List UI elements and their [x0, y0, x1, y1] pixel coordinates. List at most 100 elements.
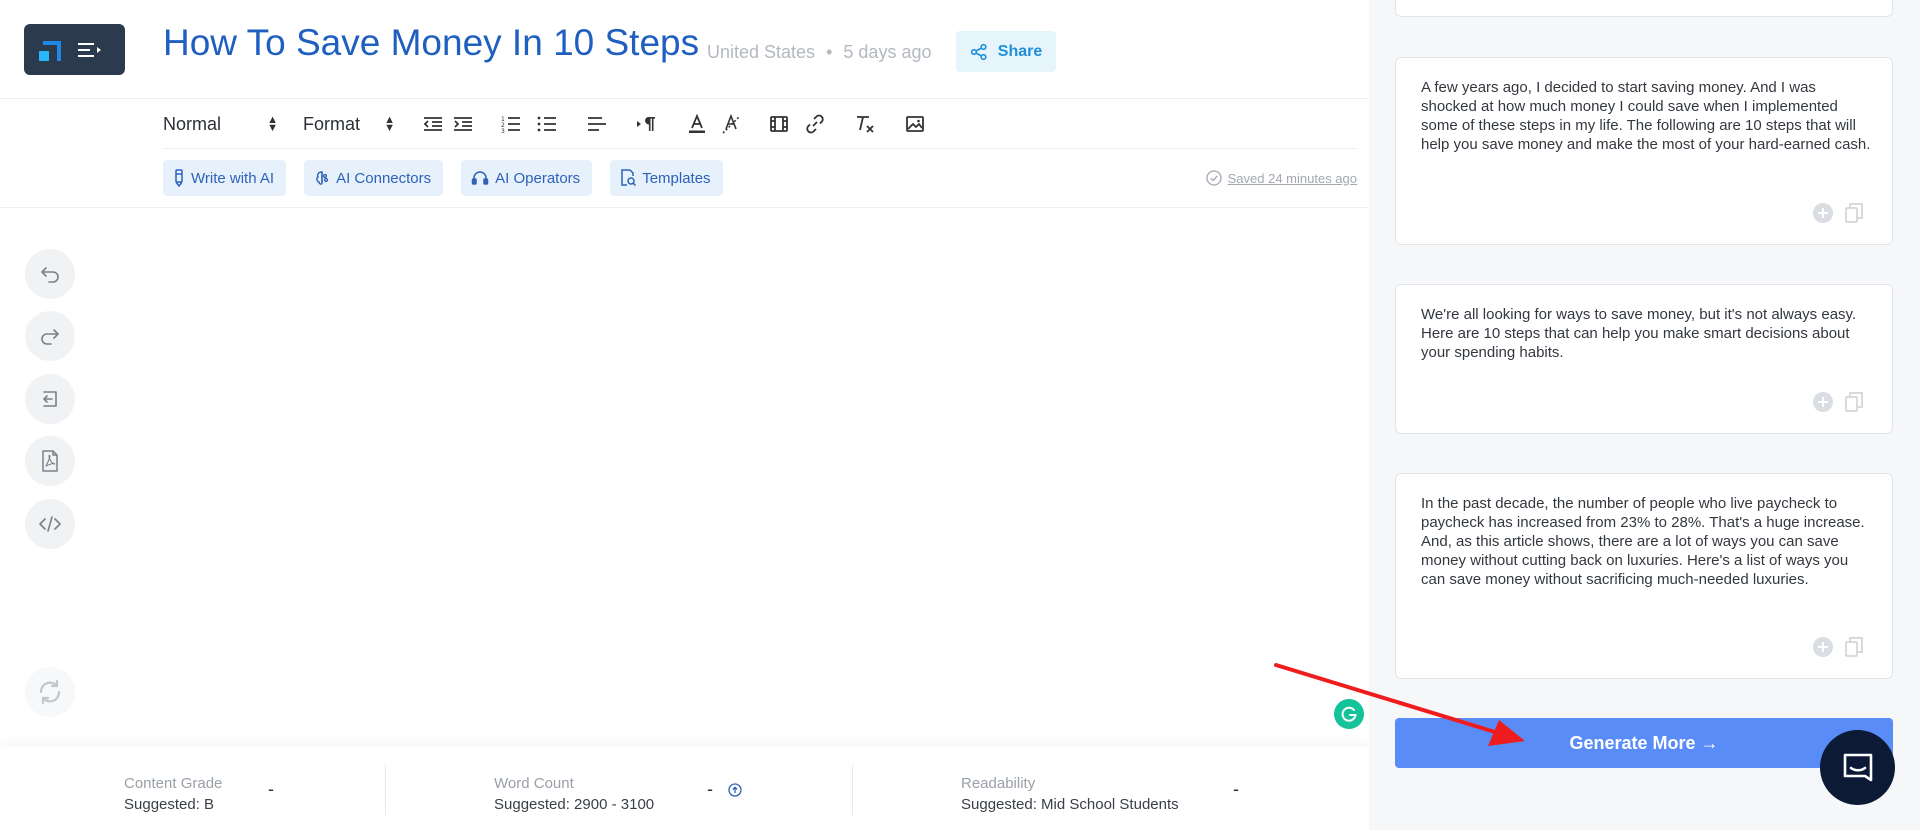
content-grade-value: -	[268, 779, 274, 799]
templates-button[interactable]: Templates	[610, 160, 723, 196]
ordered-list-icon[interactable]: 123	[497, 110, 525, 138]
content-grade-label: Content Grade	[124, 775, 223, 792]
check-circle-icon	[1205, 170, 1222, 186]
generate-more-label: Generate More →	[1569, 732, 1719, 753]
document-location: United States	[707, 42, 816, 62]
image-icon[interactable]	[901, 110, 929, 138]
share-button[interactable]: Share	[956, 31, 1056, 72]
pdf-icon	[42, 450, 58, 472]
align-icon[interactable]	[583, 110, 611, 138]
readability-value: -	[1233, 779, 1239, 799]
save-status-text: Saved 24 minutes ago	[1227, 170, 1357, 186]
grammarly-button[interactable]	[1334, 699, 1364, 729]
undo-button[interactable]	[25, 249, 75, 299]
redo-button[interactable]	[25, 311, 75, 361]
divider	[163, 148, 1356, 149]
select-arrows-icon: ▲ ▼	[384, 114, 395, 134]
word-count-info-button[interactable]	[728, 783, 742, 802]
format-select-value: Format	[303, 113, 361, 134]
document-age: 5 days ago	[843, 42, 932, 62]
headset-icon	[471, 171, 489, 185]
document-title[interactable]: How To Save Money In 10 Steps	[163, 22, 699, 64]
ai-connectors-button[interactable]: AI Connectors	[304, 160, 444, 196]
generate-more-button[interactable]: Generate More →	[1395, 718, 1893, 768]
suggestion-card[interactable]: A few years ago, I decided to start savi…	[1395, 57, 1893, 245]
editor-app: How To Save Money In 10 Steps United Sta…	[0, 0, 1920, 830]
save-status: Saved 24 minutes ago	[1205, 170, 1357, 186]
video-icon[interactable]	[765, 110, 793, 138]
word-count-label: Word Count	[494, 775, 574, 792]
clear-format-icon[interactable]	[851, 110, 879, 138]
content-stats-bar: Content Grade Suggested: B - Word Count …	[0, 747, 1369, 830]
suggestion-text: In the past decade, the number of people…	[1421, 495, 1865, 588]
add-icon[interactable]	[1812, 636, 1834, 658]
divider	[385, 765, 386, 815]
outdent-icon[interactable]	[419, 110, 447, 138]
undo-icon	[41, 267, 59, 283]
suggestion-actions	[1812, 636, 1864, 658]
svg-text:3: 3	[501, 128, 505, 133]
font-color-icon[interactable]	[683, 110, 711, 138]
indent-icon[interactable]	[449, 110, 477, 138]
template-search-icon	[621, 169, 637, 187]
copy-icon[interactable]	[1844, 202, 1864, 224]
grammarly-icon	[1341, 706, 1357, 722]
import-icon	[43, 391, 57, 407]
ai-tools-bar: Write with AI AI Connectors AI Operators…	[163, 160, 723, 196]
suggestion-actions	[1812, 202, 1864, 224]
divider	[852, 765, 853, 815]
app-logo-menu[interactable]	[24, 24, 125, 75]
write-with-ai-label: Write with AI	[191, 169, 275, 187]
readability-label: Readability	[961, 775, 1036, 792]
content-grade-suggested: Suggested: B	[124, 796, 215, 813]
templates-label: Templates	[642, 169, 711, 187]
select-arrows-icon: ▲ ▼	[267, 114, 278, 134]
share-icon	[970, 43, 987, 60]
import-button[interactable]	[25, 374, 75, 424]
formatting-toolbar: Normal ▲ ▼ Format ▲ ▼ 123	[163, 108, 929, 140]
content-grade-stat: Content Grade Suggested: B	[124, 775, 222, 813]
copy-icon[interactable]	[1844, 391, 1864, 413]
add-icon[interactable]	[1812, 391, 1834, 413]
export-pdf-button[interactable]	[25, 436, 75, 486]
refresh-button[interactable]	[25, 667, 75, 717]
suggestion-card[interactable]: We're all looking for ways to save money…	[1395, 284, 1893, 434]
document-meta: United States • 5 days ago	[707, 42, 931, 63]
ai-operators-label: AI Operators	[495, 169, 581, 187]
chat-icon	[1843, 753, 1872, 781]
divider	[0, 98, 1369, 99]
paragraph-style-value: Normal	[163, 113, 222, 134]
word-count-suggested: Suggested: 2900 - 3100	[494, 796, 655, 813]
logo-icon	[39, 40, 61, 61]
embed-code-button[interactable]	[25, 499, 75, 549]
ai-connectors-label: AI Connectors	[336, 169, 432, 187]
ai-operators-button[interactable]: AI Operators	[461, 160, 593, 196]
format-select[interactable]: Format ▲ ▼	[303, 114, 395, 135]
suggestion-text: We're all looking for ways to save money…	[1421, 306, 1857, 361]
suggestion-actions	[1812, 391, 1864, 413]
copy-icon[interactable]	[1844, 636, 1864, 658]
code-icon	[39, 516, 61, 532]
word-count-value: -	[707, 779, 713, 799]
write-with-ai-button[interactable]: Write with AI	[163, 160, 287, 196]
suggestion-card[interactable]: In the past decade, the number of people…	[1395, 473, 1893, 679]
readability-stat: Readability Suggested: Mid School Studen…	[961, 775, 1179, 813]
info-arrow-icon	[728, 783, 742, 797]
menu-icon	[78, 42, 101, 57]
brain-icon	[316, 171, 329, 185]
link-icon[interactable]	[801, 110, 829, 138]
paragraph-style-select[interactable]: Normal ▲ ▼	[163, 114, 278, 135]
word-count-stat: Word Count Suggested: 2900 - 3100	[494, 775, 654, 813]
bullet-list-icon[interactable]	[533, 110, 561, 138]
support-chat-button[interactable]	[1820, 730, 1895, 805]
refresh-icon	[39, 679, 61, 705]
add-icon[interactable]	[1812, 202, 1834, 224]
pen-icon	[175, 169, 183, 187]
suggestion-text: A few years ago, I decided to start savi…	[1421, 79, 1871, 153]
divider	[0, 207, 1369, 208]
highlight-icon[interactable]	[717, 110, 745, 138]
redo-icon	[41, 329, 59, 345]
meta-separator: •	[826, 42, 833, 62]
suggestion-card-partial	[1395, 0, 1893, 17]
text-direction-icon[interactable]	[633, 110, 661, 138]
